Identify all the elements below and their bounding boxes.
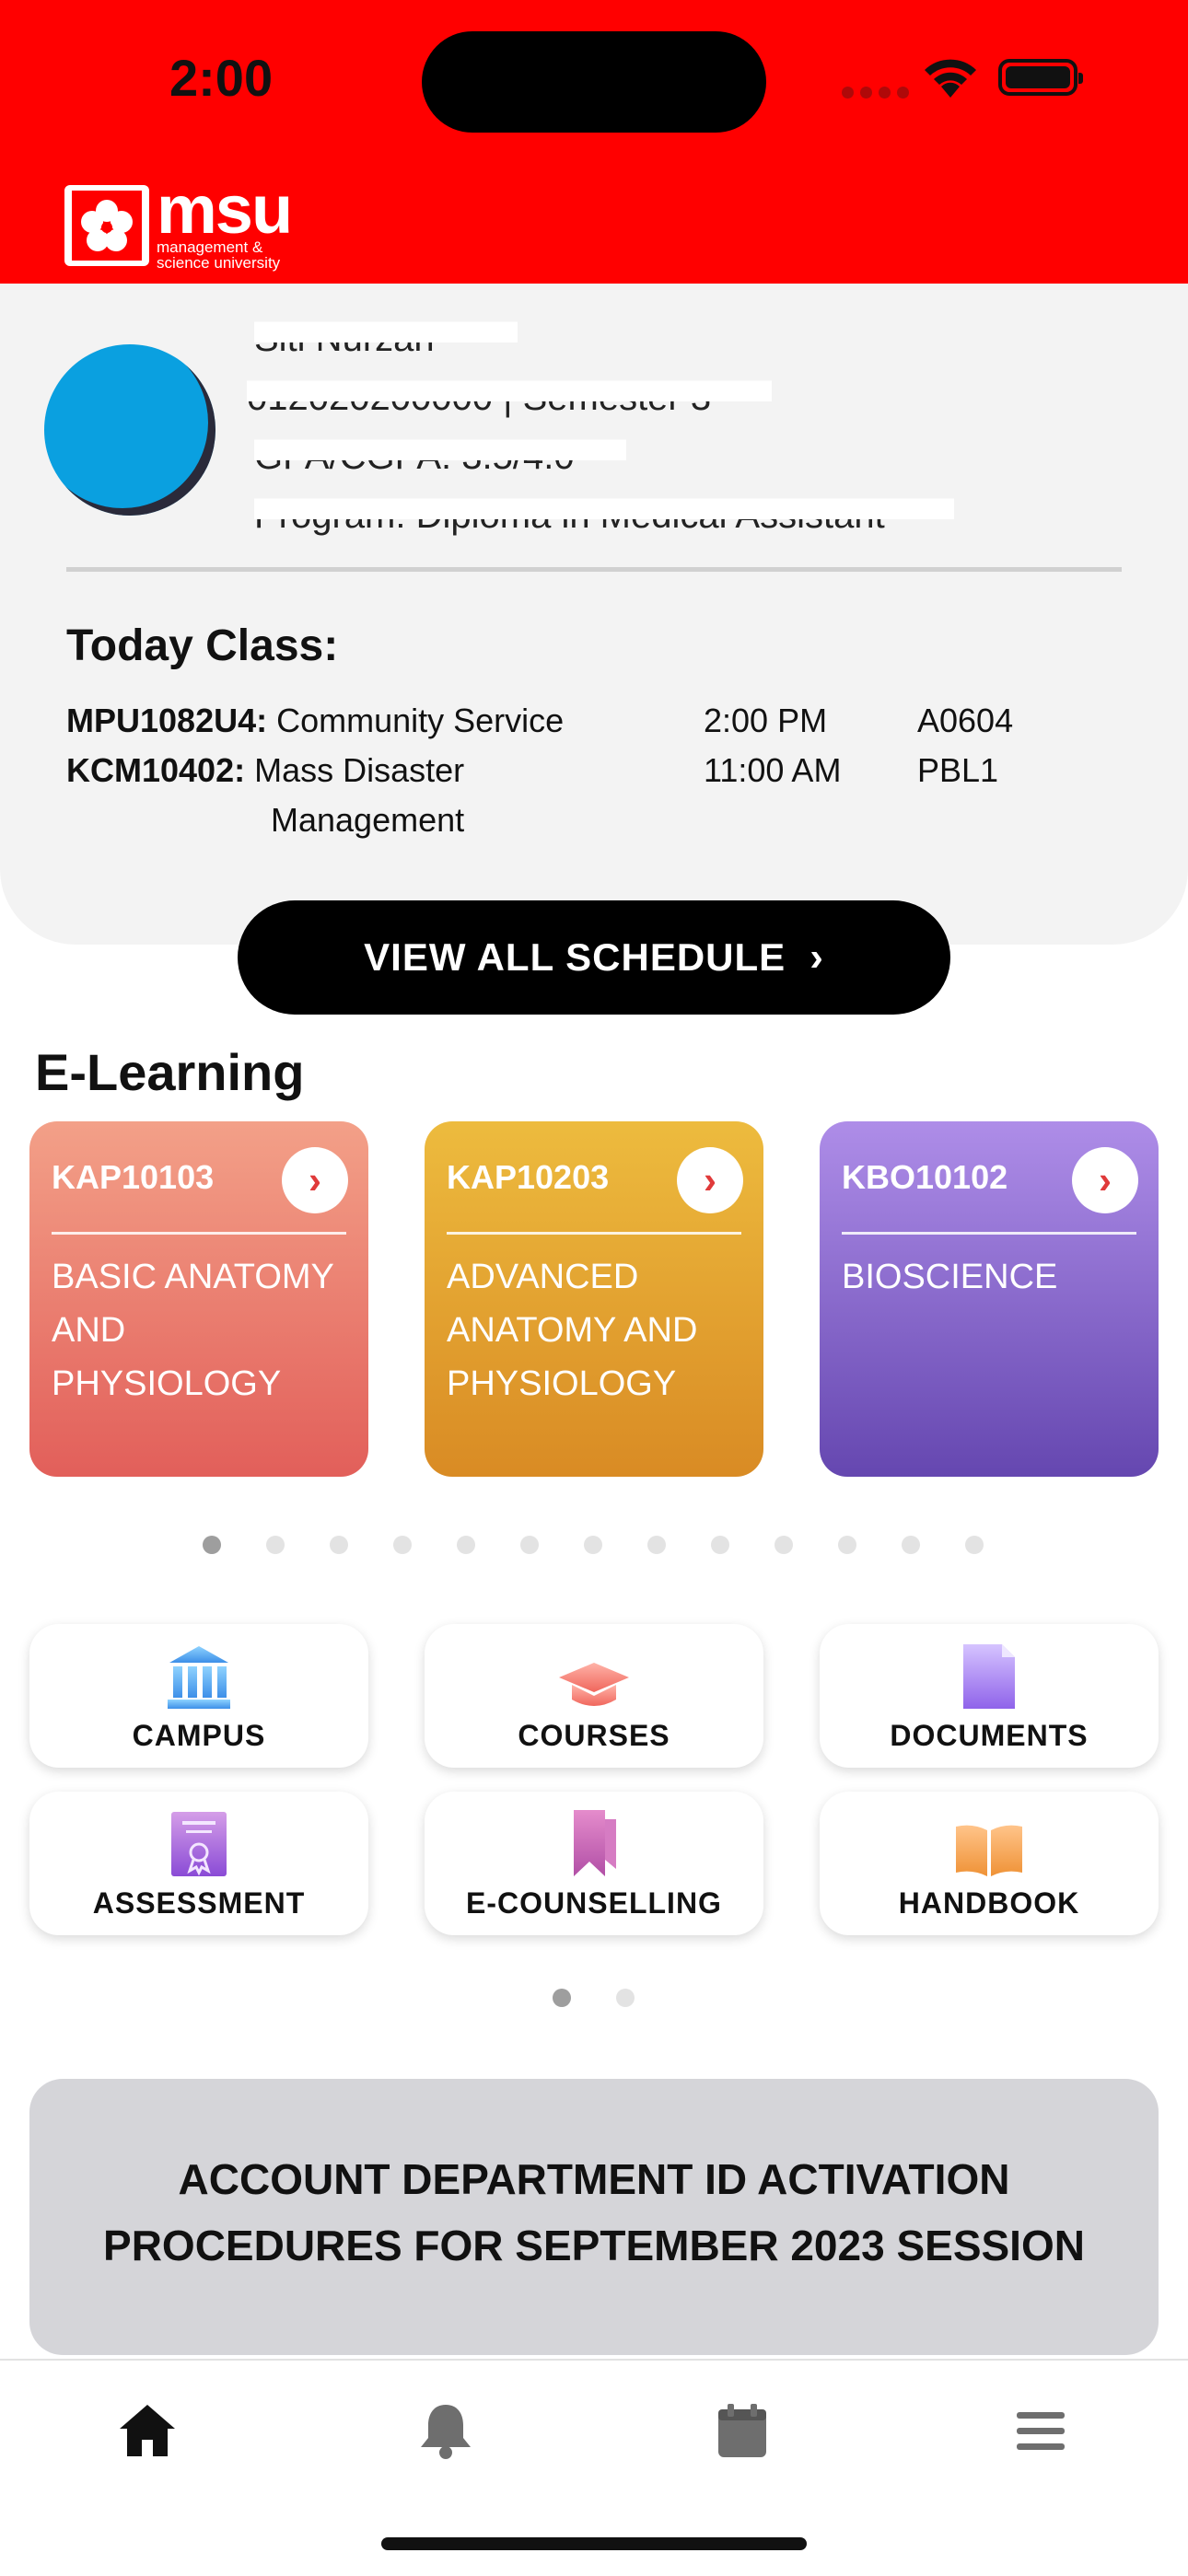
class-time: 11:00 AM [704, 751, 842, 789]
menu-campus[interactable]: CAMPUS [29, 1624, 368, 1768]
wifi-icon [921, 57, 980, 104]
tab-notifications[interactable] [409, 2394, 483, 2467]
page-dot[interactable] [457, 1536, 475, 1554]
course-name-line: BASIC ANATOMY [52, 1258, 334, 1296]
menu-icon [1017, 2412, 1065, 2450]
course-card[interactable]: KAP10203 › ADVANCED ANATOMY AND PHYSIOLO… [425, 1121, 763, 1477]
page-dot[interactable] [393, 1536, 412, 1554]
course-code: KAP10203 [447, 1158, 610, 1196]
announcement-line: PROCEDURES FOR SEPTEMBER 2023 SESSION [103, 2222, 1085, 2269]
bookmark-icon [557, 1808, 631, 1878]
page-dot[interactable] [520, 1536, 539, 1554]
tab-menu[interactable] [1004, 2394, 1077, 2467]
page-dot[interactable] [775, 1536, 793, 1554]
page-dot[interactable] [902, 1536, 920, 1554]
certificate-icon [162, 1808, 236, 1878]
course-name: BASIC ANATOMY AND PHYSIOLOGY [52, 1250, 350, 1410]
menu-label: HANDBOOK [898, 1886, 1080, 1920]
profile-divider [66, 567, 1122, 572]
class-subject: Community Service [276, 702, 565, 739]
elearning-title: E-Learning [35, 1043, 305, 1101]
course-card[interactable]: KAP10103 › BASIC ANATOMY AND PHYSIOLOGY [29, 1121, 368, 1477]
page-dot[interactable] [616, 1989, 635, 2007]
course-name: ADVANCED ANATOMY AND PHYSIOLOGY [447, 1250, 745, 1410]
class-time: 2:00 PM [704, 702, 828, 739]
menu-ecounselling[interactable]: E-COUNSELLING [425, 1792, 763, 1935]
class-subject-cont: Management [271, 801, 465, 839]
page-dot[interactable] [330, 1536, 348, 1554]
class-row: MPU1082U4: Community Service [66, 702, 564, 740]
campus-icon [162, 1641, 236, 1711]
bell-icon [421, 2405, 471, 2459]
student-name: Siti Nurzah [254, 319, 518, 360]
course-divider [447, 1232, 741, 1235]
course-name-line: AND [52, 1311, 126, 1350]
chevron-right-icon: › [809, 934, 824, 980]
menu-courses[interactable]: COURSES [425, 1624, 763, 1768]
graduation-cap-icon [557, 1641, 631, 1711]
page-dot[interactable] [965, 1536, 984, 1554]
battery-icon [998, 59, 1083, 96]
logo-subtitle: science university [157, 254, 281, 272]
avatar[interactable] [44, 344, 215, 516]
today-class-title: Today Class: [66, 621, 339, 670]
menu-label: DOCUMENTS [890, 1719, 1089, 1752]
page-dot[interactable] [711, 1536, 729, 1554]
msu-logo: msu management & science university [64, 171, 293, 272]
menu-label: CAMPUS [132, 1719, 266, 1752]
class-room: PBL1 [917, 751, 999, 789]
logo-name: msu [157, 171, 293, 248]
page-dot[interactable] [584, 1536, 602, 1554]
tab-calendar[interactable] [705, 2394, 779, 2467]
page-dot[interactable] [553, 1989, 571, 2007]
course-card[interactable]: KBO10102 › BIOSCIENCE [820, 1121, 1159, 1477]
chevron-right-icon[interactable]: › [282, 1147, 348, 1213]
course-name: BIOSCIENCE [842, 1250, 1140, 1304]
document-icon [952, 1641, 1026, 1711]
menu-label: COURSES [518, 1719, 670, 1752]
student-id-semester: 012020200000 | Semester 3 [247, 377, 772, 419]
menu-label: ASSESSMENT [92, 1886, 306, 1920]
page-dot[interactable] [266, 1536, 285, 1554]
menu-documents[interactable]: DOCUMENTS [820, 1624, 1159, 1768]
cellular-signal-icon [842, 87, 915, 103]
student-program: Program: Diploma in Medical Assistant [254, 495, 954, 537]
home-indicator[interactable] [381, 2537, 807, 2550]
menu-assessment[interactable]: ASSESSMENT [29, 1792, 368, 1935]
hibiscus-logo-icon [64, 185, 149, 266]
tab-home[interactable] [111, 2394, 184, 2467]
menu-handbook[interactable]: HANDBOOK [820, 1792, 1159, 1935]
course-name-line: PHYSIOLOGY [447, 1364, 677, 1403]
student-gpa: GPA/CGPA: 3.5/4.0 [254, 436, 626, 478]
class-room: A0604 [917, 702, 1014, 739]
chevron-right-icon[interactable]: › [677, 1147, 743, 1213]
class-code: MPU1082U4: [66, 702, 268, 739]
course-code: KAP10103 [52, 1158, 215, 1196]
announcement-banner[interactable]: ACCOUNT DEPARTMENT ID ACTIVATION PROCEDU… [29, 2079, 1159, 2355]
class-code: KCM10402: [66, 751, 246, 789]
course-name-line: BIOSCIENCE [842, 1258, 1058, 1296]
course-name-line: ADVANCED [447, 1258, 639, 1296]
class-row: KCM10402: Mass Disaster [66, 751, 464, 790]
page-dot[interactable] [203, 1536, 221, 1554]
view-all-schedule-label: VIEW ALL SCHEDULE [364, 935, 786, 979]
status-time: 2:00 [169, 49, 274, 107]
page-dot[interactable] [838, 1536, 856, 1554]
announcement-line: ACCOUNT DEPARTMENT ID ACTIVATION [178, 2155, 1010, 2203]
course-code: KBO10102 [842, 1158, 1008, 1196]
dynamic-island [422, 31, 766, 133]
home-icon [120, 2405, 175, 2456]
class-subject: Mass Disaster [254, 751, 465, 789]
course-divider [842, 1232, 1136, 1235]
course-name-line: PHYSIOLOGY [52, 1364, 282, 1403]
course-name-line: ANATOMY AND [447, 1311, 698, 1350]
view-all-schedule-button[interactable]: VIEW ALL SCHEDULE › [238, 900, 950, 1015]
page-dot[interactable] [647, 1536, 666, 1554]
course-divider [52, 1232, 346, 1235]
calendar-icon [718, 2404, 766, 2457]
open-book-icon [952, 1808, 1026, 1878]
chevron-right-icon[interactable]: › [1072, 1147, 1138, 1213]
menu-label: E-COUNSELLING [466, 1886, 722, 1920]
